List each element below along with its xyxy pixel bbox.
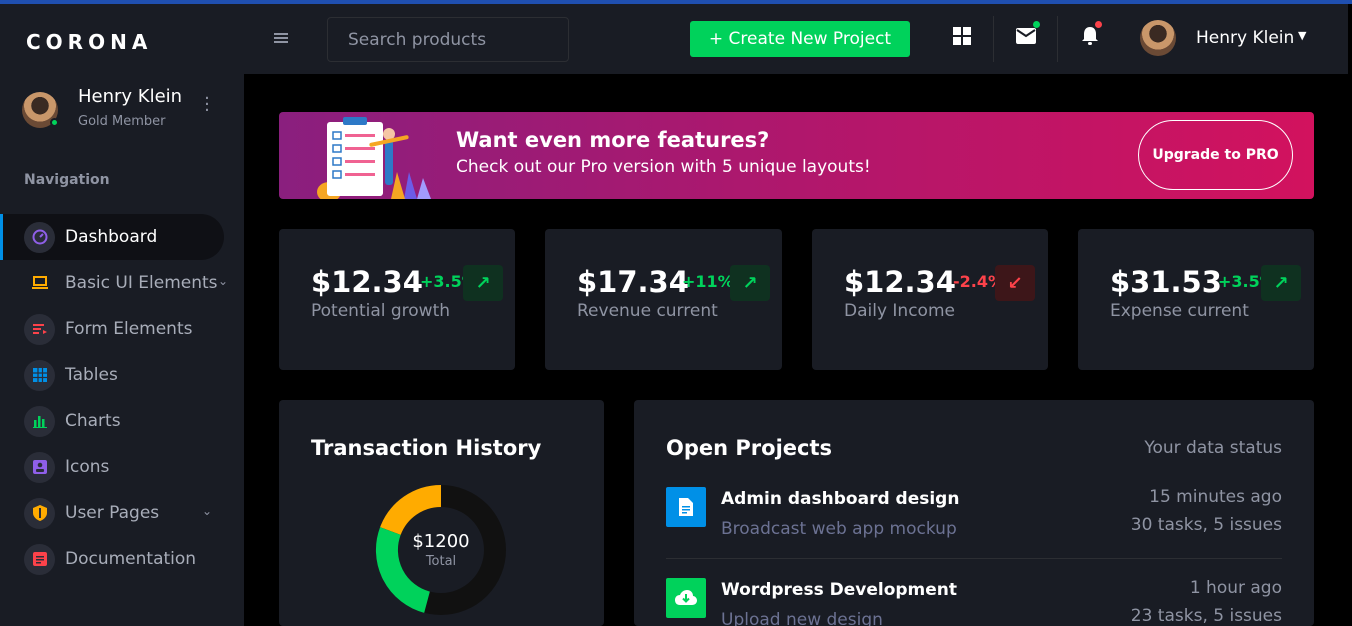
- search-input[interactable]: [327, 17, 569, 62]
- project-title: Admin dashboard design: [721, 489, 960, 509]
- mail-badge: [1033, 21, 1040, 28]
- stat-label: Expense current: [1110, 301, 1249, 321]
- sidebar-item-documentation[interactable]: Documentation: [0, 536, 244, 582]
- sidebar-item-label: User Pages: [65, 503, 160, 523]
- arrow-up-right-icon: ↗: [463, 265, 503, 301]
- sidebar-item-label: Form Elements: [65, 319, 193, 339]
- document-icon: [24, 543, 55, 575]
- profile-role: Gold Member: [78, 114, 166, 129]
- sidebar-item-label: Dashboard: [65, 227, 158, 247]
- arrow-down-left-icon: ↙: [995, 265, 1035, 301]
- project-title: Wordpress Development: [721, 580, 958, 600]
- menu-toggle-icon[interactable]: [274, 26, 290, 50]
- notification-badge: [1095, 21, 1102, 28]
- project-subtitle: Upload new design: [721, 610, 883, 626]
- avatar[interactable]: [22, 92, 59, 128]
- stat-label: Potential growth: [311, 301, 451, 321]
- stat-value: $12.34: [844, 265, 956, 299]
- transaction-total-label: Total: [425, 554, 457, 569]
- shield-icon: [24, 497, 55, 529]
- mail-icon[interactable]: [1014, 21, 1040, 48]
- card-title: Open Projects: [666, 436, 832, 460]
- stat-label: Daily Income: [844, 301, 955, 321]
- sidebar-profile: Henry Klein Gold Member · · ·: [22, 86, 222, 134]
- sidebar-item-label: Charts: [65, 411, 121, 431]
- sidebar-item-icons[interactable]: Icons: [0, 444, 244, 490]
- pro-upgrade-banner: Want even more features? Check out our P…: [279, 112, 1314, 199]
- stat-change: +11%: [682, 272, 734, 291]
- sidebar-item-basic-ui[interactable]: Basic UI Elements ⌄: [0, 260, 244, 306]
- chart-icon: [24, 405, 55, 437]
- divider: [1057, 16, 1058, 62]
- speedometer-icon: [24, 221, 55, 253]
- stat-value: $17.34: [577, 265, 689, 299]
- list-item[interactable]: Wordpress Development Upload new design …: [666, 578, 1282, 626]
- arrow-up-right-icon: ↗: [1261, 265, 1301, 301]
- list-icon: [24, 313, 55, 345]
- sidebar-item-label: Basic UI Elements: [65, 273, 218, 293]
- transaction-total-amount: $1200: [412, 531, 470, 552]
- project-subtitle: Broadcast web app mockup: [721, 519, 957, 539]
- stat-card-potential-growth: $12.34 +3.5% ↗ Potential growth: [279, 229, 515, 370]
- project-time: 1 hour ago: [1189, 578, 1282, 598]
- clipboard-illustration: [299, 112, 439, 199]
- chevron-down-icon: ⌄: [217, 274, 228, 288]
- user-name: Henry Klein: [1196, 28, 1295, 48]
- banner-title: Want even more features?: [456, 128, 770, 152]
- sidebar-item-label: Documentation: [65, 549, 197, 569]
- arrow-up-right-icon: ↗: [730, 265, 770, 301]
- sidebar-item-dashboard[interactable]: Dashboard: [0, 214, 224, 260]
- project-tasks: 30 tasks, 5 issues: [1130, 515, 1282, 535]
- card-title: Transaction History: [311, 436, 542, 460]
- open-projects-card: Open Projects Your data status Admin das…: [634, 400, 1314, 626]
- scrollbar[interactable]: [1348, 4, 1352, 626]
- grid-view-icon[interactable]: [950, 24, 974, 48]
- stat-value: $12.34: [311, 265, 423, 299]
- stat-value: $31.53: [1110, 265, 1222, 299]
- sidebar-item-form-elements[interactable]: Form Elements: [0, 306, 244, 352]
- sidebar-item-charts[interactable]: Charts: [0, 398, 244, 444]
- sidebar-item-label: Tables: [65, 365, 118, 385]
- sidebar-item-user-pages[interactable]: User Pages ⌄: [0, 490, 244, 536]
- transaction-history-card: Transaction History $1200 Total: [279, 400, 604, 626]
- stat-label: Revenue current: [577, 301, 718, 321]
- topbar: + Create New Project Henry Klein ▼: [244, 4, 1352, 74]
- sidebar-item-tables[interactable]: Tables: [0, 352, 244, 398]
- project-tasks: 23 tasks, 5 issues: [1130, 606, 1282, 626]
- sidebar-nav: Dashboard Basic UI Elements ⌄ Form Eleme…: [0, 214, 244, 582]
- more-vertical-icon[interactable]: · · ·: [202, 90, 212, 120]
- donut-center: $1200 Total: [375, 484, 507, 616]
- cloud-download-icon: [666, 578, 706, 618]
- create-project-button[interactable]: + Create New Project: [690, 21, 910, 57]
- contacts-icon: [24, 451, 55, 483]
- data-status-label: Your data status: [1144, 438, 1282, 458]
- laptop-icon: [24, 268, 55, 299]
- list-item[interactable]: Admin dashboard design Broadcast web app…: [666, 487, 1282, 565]
- bell-icon[interactable]: [1078, 21, 1102, 48]
- file-icon: [666, 487, 706, 527]
- caret-down-icon: ▼: [1298, 29, 1307, 42]
- sidebar: CORONA Henry Klein Gold Member · · · Navig…: [0, 4, 244, 626]
- project-time: 15 minutes ago: [1149, 487, 1282, 507]
- profile-name: Henry Klein: [78, 86, 183, 107]
- online-status-dot: [50, 118, 59, 127]
- stat-card-revenue-current: $17.34 +11% ↗ Revenue current: [545, 229, 782, 370]
- avatar: [1140, 20, 1176, 56]
- nav-section-label: Navigation: [24, 172, 110, 188]
- divider: [666, 558, 1282, 559]
- chevron-down-icon: ⌄: [201, 504, 212, 518]
- sidebar-item-label: Icons: [65, 457, 110, 477]
- brand-logo[interactable]: CORONA: [26, 30, 152, 54]
- divider: [993, 16, 994, 62]
- banner-subtitle: Check out our Pro version with 5 unique …: [456, 157, 871, 177]
- stat-card-expense-current: $31.53 +3.5% ↗ Expense current: [1078, 229, 1314, 370]
- user-menu[interactable]: Henry Klein ▼: [1140, 20, 1330, 56]
- stat-card-daily-income: $12.34 -2.4% ↙ Daily Income: [812, 229, 1048, 370]
- upgrade-button[interactable]: Upgrade to PRO: [1138, 120, 1293, 190]
- table-icon: [24, 359, 55, 391]
